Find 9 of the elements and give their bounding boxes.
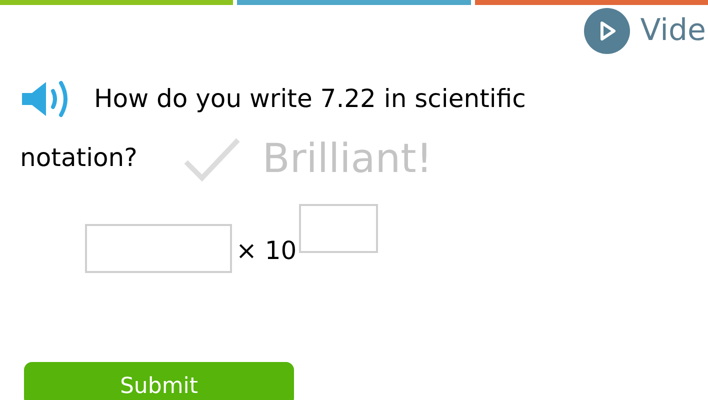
question-text: How do you write 7.22 in scientific <box>94 83 526 115</box>
feedback-text: Brilliant! <box>262 137 432 181</box>
play-icon <box>584 8 630 54</box>
video-button[interactable]: Vide <box>584 8 706 54</box>
coefficient-field[interactable] <box>85 224 232 273</box>
question-text: notation? <box>20 142 138 174</box>
times-ten-text: × 10 <box>236 234 297 266</box>
exponent-field[interactable] <box>298 204 378 253</box>
submit-button[interactable]: Submit <box>24 362 294 400</box>
